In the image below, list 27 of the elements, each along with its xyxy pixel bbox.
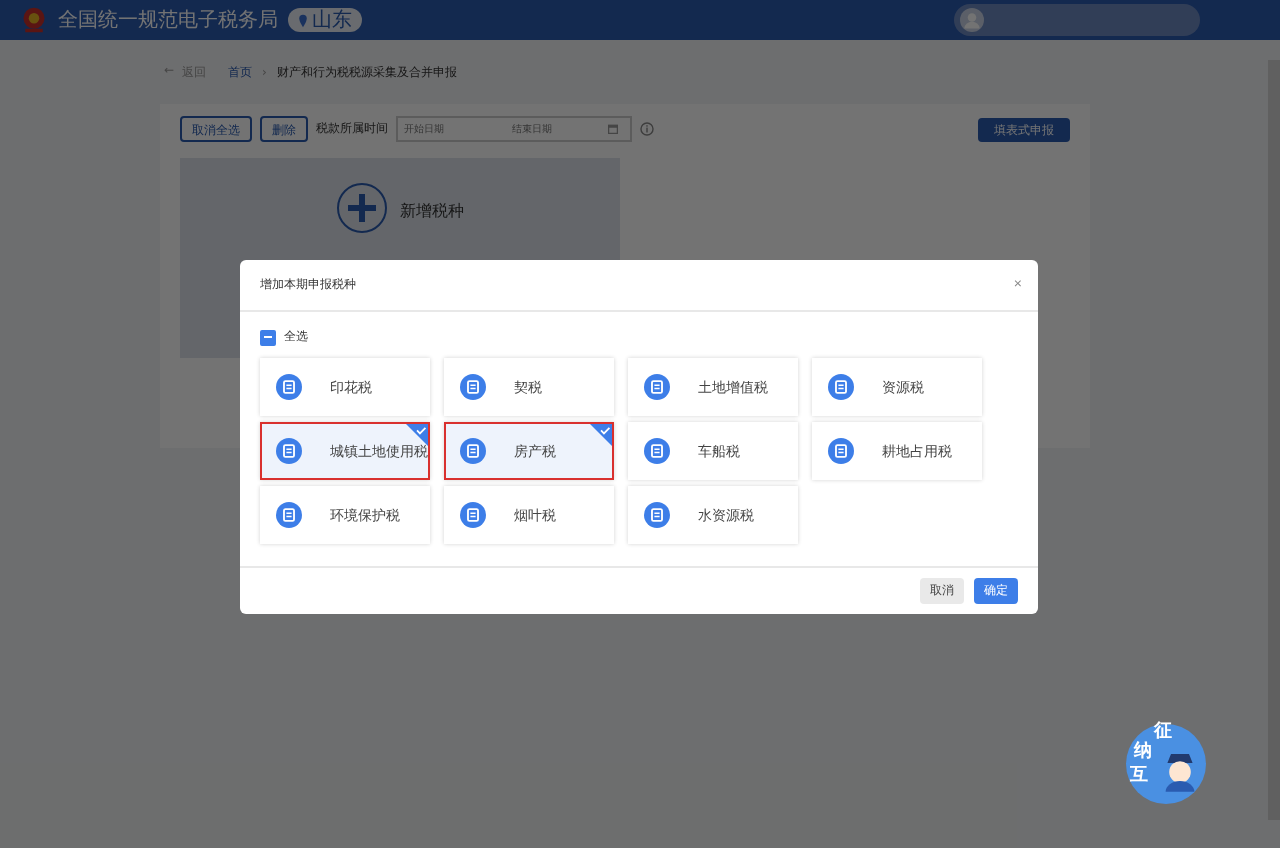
- check-corner-icon: [406, 424, 428, 446]
- select-all-checkbox[interactable]: [260, 329, 276, 345]
- calendar-icon: [608, 124, 618, 134]
- tax-icon: [460, 502, 486, 528]
- emblem-icon: [20, 6, 48, 34]
- tax-icon: [644, 502, 670, 528]
- site-title: 全国统一规范电子税务局: [58, 7, 278, 34]
- plus-icon: [336, 182, 388, 234]
- figure-icon: [1162, 752, 1198, 792]
- tax-icon: [460, 438, 486, 464]
- check-corner-icon: [590, 424, 612, 446]
- badge-character: 互: [1130, 764, 1148, 788]
- tax-icon: [828, 374, 854, 400]
- avatar-icon: [960, 8, 984, 32]
- tax-icon: [644, 374, 670, 400]
- tax-icon: [460, 374, 486, 400]
- user-menu[interactable]: [954, 4, 1200, 36]
- info-icon[interactable]: [640, 122, 654, 136]
- tax-icon: [276, 438, 302, 464]
- tax-icon: [828, 438, 854, 464]
- add-tax-label: 新增税种: [400, 200, 464, 222]
- tax-icon: [276, 374, 302, 400]
- location-icon: [298, 13, 308, 27]
- tax-icon: [276, 502, 302, 528]
- badge-character: 纳: [1134, 739, 1152, 764]
- tax-icon: [644, 438, 670, 464]
- badge-character: 征: [1154, 719, 1172, 744]
